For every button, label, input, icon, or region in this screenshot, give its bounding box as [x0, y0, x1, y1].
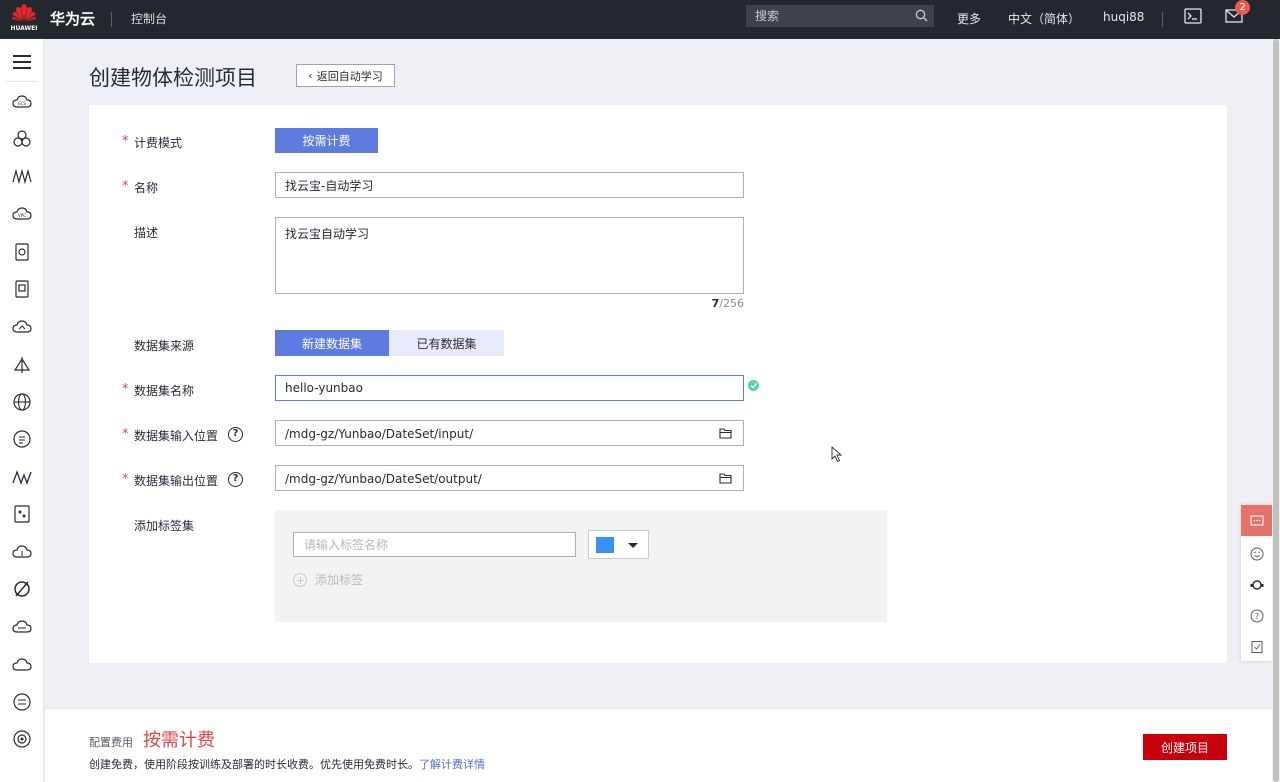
name-label: 名称 [134, 181, 159, 195]
divider [6, 81, 38, 82]
more-menu[interactable]: 更多 [957, 10, 981, 27]
cloud-outline-icon[interactable] [12, 655, 32, 675]
dataset-source-label: 数据集来源 [134, 339, 195, 353]
top-navigation-bar: HUAWEI 华为云 控制台 更多 中文（简体） huqi88 2 [0, 0, 1280, 39]
config-fee-label: 配置费用 [89, 736, 133, 749]
search-icon[interactable] [915, 9, 928, 22]
folder-icon[interactable] [719, 472, 732, 484]
feedback-chat-icon[interactable] [1241, 505, 1272, 536]
add-tag-label: 添加标签 [315, 573, 364, 587]
terminal-icon[interactable] [1184, 8, 1202, 24]
folder-icon[interactable] [719, 427, 732, 439]
required-mark: * [122, 134, 129, 149]
console-link[interactable]: 控制台 [131, 10, 167, 27]
input-path-field[interactable]: /mdg-gz/Yunbao/DateSet/input/ [275, 420, 744, 446]
settings-circle-icon[interactable] [12, 729, 32, 749]
billing-mode-label: 计费模式 [134, 136, 183, 150]
brand-name[interactable]: 华为云 [50, 8, 95, 29]
svg-text:ECS: ECS [18, 101, 26, 106]
service-sidebar: ECS VPC [0, 39, 44, 782]
input-path-label: 数据集输入位置 [134, 429, 219, 443]
device-icon[interactable] [12, 504, 32, 524]
list-circle-icon[interactable] [12, 692, 32, 712]
search-input[interactable] [746, 5, 906, 27]
required-mark: * [122, 427, 129, 442]
cluster-icon[interactable] [12, 129, 32, 149]
help-question-icon[interactable]: ? [1241, 600, 1272, 631]
logo-wordmark: HUAWEI [10, 25, 38, 32]
page-scrollbar[interactable] [1272, 39, 1280, 782]
existing-dataset-tab[interactable]: 已有数据集 [389, 330, 504, 356]
scrollbar-thumb[interactable] [1273, 39, 1279, 782]
output-path-field[interactable]: /mdg-gz/Yunbao/DateSet/output/ [275, 465, 744, 491]
modelarts-icon[interactable] [12, 166, 32, 186]
tag-name-input[interactable] [293, 532, 576, 557]
document-circle-icon[interactable] [12, 429, 32, 449]
required-mark: * [122, 472, 129, 487]
description-label: 描述 [134, 226, 159, 240]
edit-note-icon[interactable] [1241, 631, 1272, 662]
cloud-upload-icon[interactable] [12, 542, 32, 562]
help-icon[interactable]: ? [228, 472, 243, 487]
satellite-icon[interactable] [12, 579, 32, 599]
floating-toolbar: ? [1241, 505, 1272, 661]
output-path-value: /mdg-gz/Yunbao/DateSet/output/ [285, 472, 482, 486]
output-path-label: 数据集输出位置 [134, 474, 219, 488]
required-mark: * [122, 382, 129, 397]
smiley-icon[interactable] [1241, 538, 1272, 569]
add-tag-button[interactable]: 添加标签 [293, 571, 363, 588]
dataset-name-label: 数据集名称 [134, 384, 195, 398]
svg-text:VPC: VPC [18, 213, 26, 218]
user-menu[interactable]: huqi88 [1103, 10, 1144, 24]
billing-on-demand-button[interactable]: 按需计费 [275, 128, 378, 153]
mouse-cursor-icon [831, 446, 843, 463]
search-box[interactable] [746, 5, 934, 27]
plus-circle-icon [293, 572, 307, 587]
hamburger-menu-icon[interactable] [13, 55, 31, 69]
name-input[interactable] [275, 172, 744, 198]
tag-set-label: 添加标签集 [134, 519, 195, 533]
input-path-value: /mdg-gz/Yunbao/DateSet/input/ [285, 427, 474, 441]
chevron-down-icon [628, 543, 638, 548]
config-fee-value: 按需计费 [143, 730, 215, 751]
description-char-counter: 7/256 [711, 297, 744, 310]
svg-text:?: ? [1254, 612, 1258, 621]
cloud-db-icon[interactable] [12, 617, 32, 637]
create-project-button[interactable]: 创建项目 [1143, 734, 1227, 760]
waveform-icon[interactable] [12, 467, 32, 487]
page-title: 创建物体检测项目 [89, 66, 257, 90]
help-icon[interactable]: ? [228, 427, 243, 442]
pricing-details-link[interactable]: 了解计费详情 [419, 758, 485, 771]
new-dataset-tab[interactable]: 新建数据集 [275, 330, 389, 356]
back-button-label: 返回自动学习 [316, 69, 383, 83]
valid-check-icon [748, 380, 759, 391]
description-textarea[interactable]: 找云宝自动学习 [275, 217, 744, 294]
globe-icon[interactable] [12, 392, 32, 412]
huawei-petals-icon [12, 4, 36, 22]
network-icon[interactable] [12, 355, 32, 375]
cloud-vpc-icon[interactable]: VPC [12, 204, 32, 224]
required-mark: * [122, 179, 129, 194]
cloud-ecs-icon[interactable]: ECS [12, 92, 32, 112]
storage-icon[interactable] [12, 242, 32, 262]
language-selector[interactable]: 中文（简体） [1008, 10, 1080, 27]
customer-service-icon[interactable] [1241, 569, 1272, 600]
tag-set-panel: 添加标签 [275, 510, 887, 622]
divider [1162, 12, 1163, 27]
huawei-logo[interactable]: HUAWEI [10, 4, 38, 35]
dataset-name-input[interactable] [275, 375, 744, 401]
back-to-auto-learning-button[interactable]: ‹ 返回自动学习 [296, 64, 395, 87]
disk-icon[interactable] [12, 279, 32, 299]
mail-badge: 2 [1235, 0, 1250, 15]
fee-description: 创建免费，使用阶段按训练及部署的时长收费。优先使用免费时长。了解计费详情 [89, 758, 485, 771]
chevron-left-icon: ‹ [308, 69, 313, 82]
divider [111, 12, 112, 27]
color-swatch [596, 537, 614, 553]
cloud-icon[interactable] [12, 317, 32, 337]
tag-color-picker[interactable] [588, 530, 649, 559]
cost-footer: 配置费用 按需计费 创建免费，使用阶段按训练及部署的时长收费。优先使用免费时长。… [45, 708, 1272, 782]
